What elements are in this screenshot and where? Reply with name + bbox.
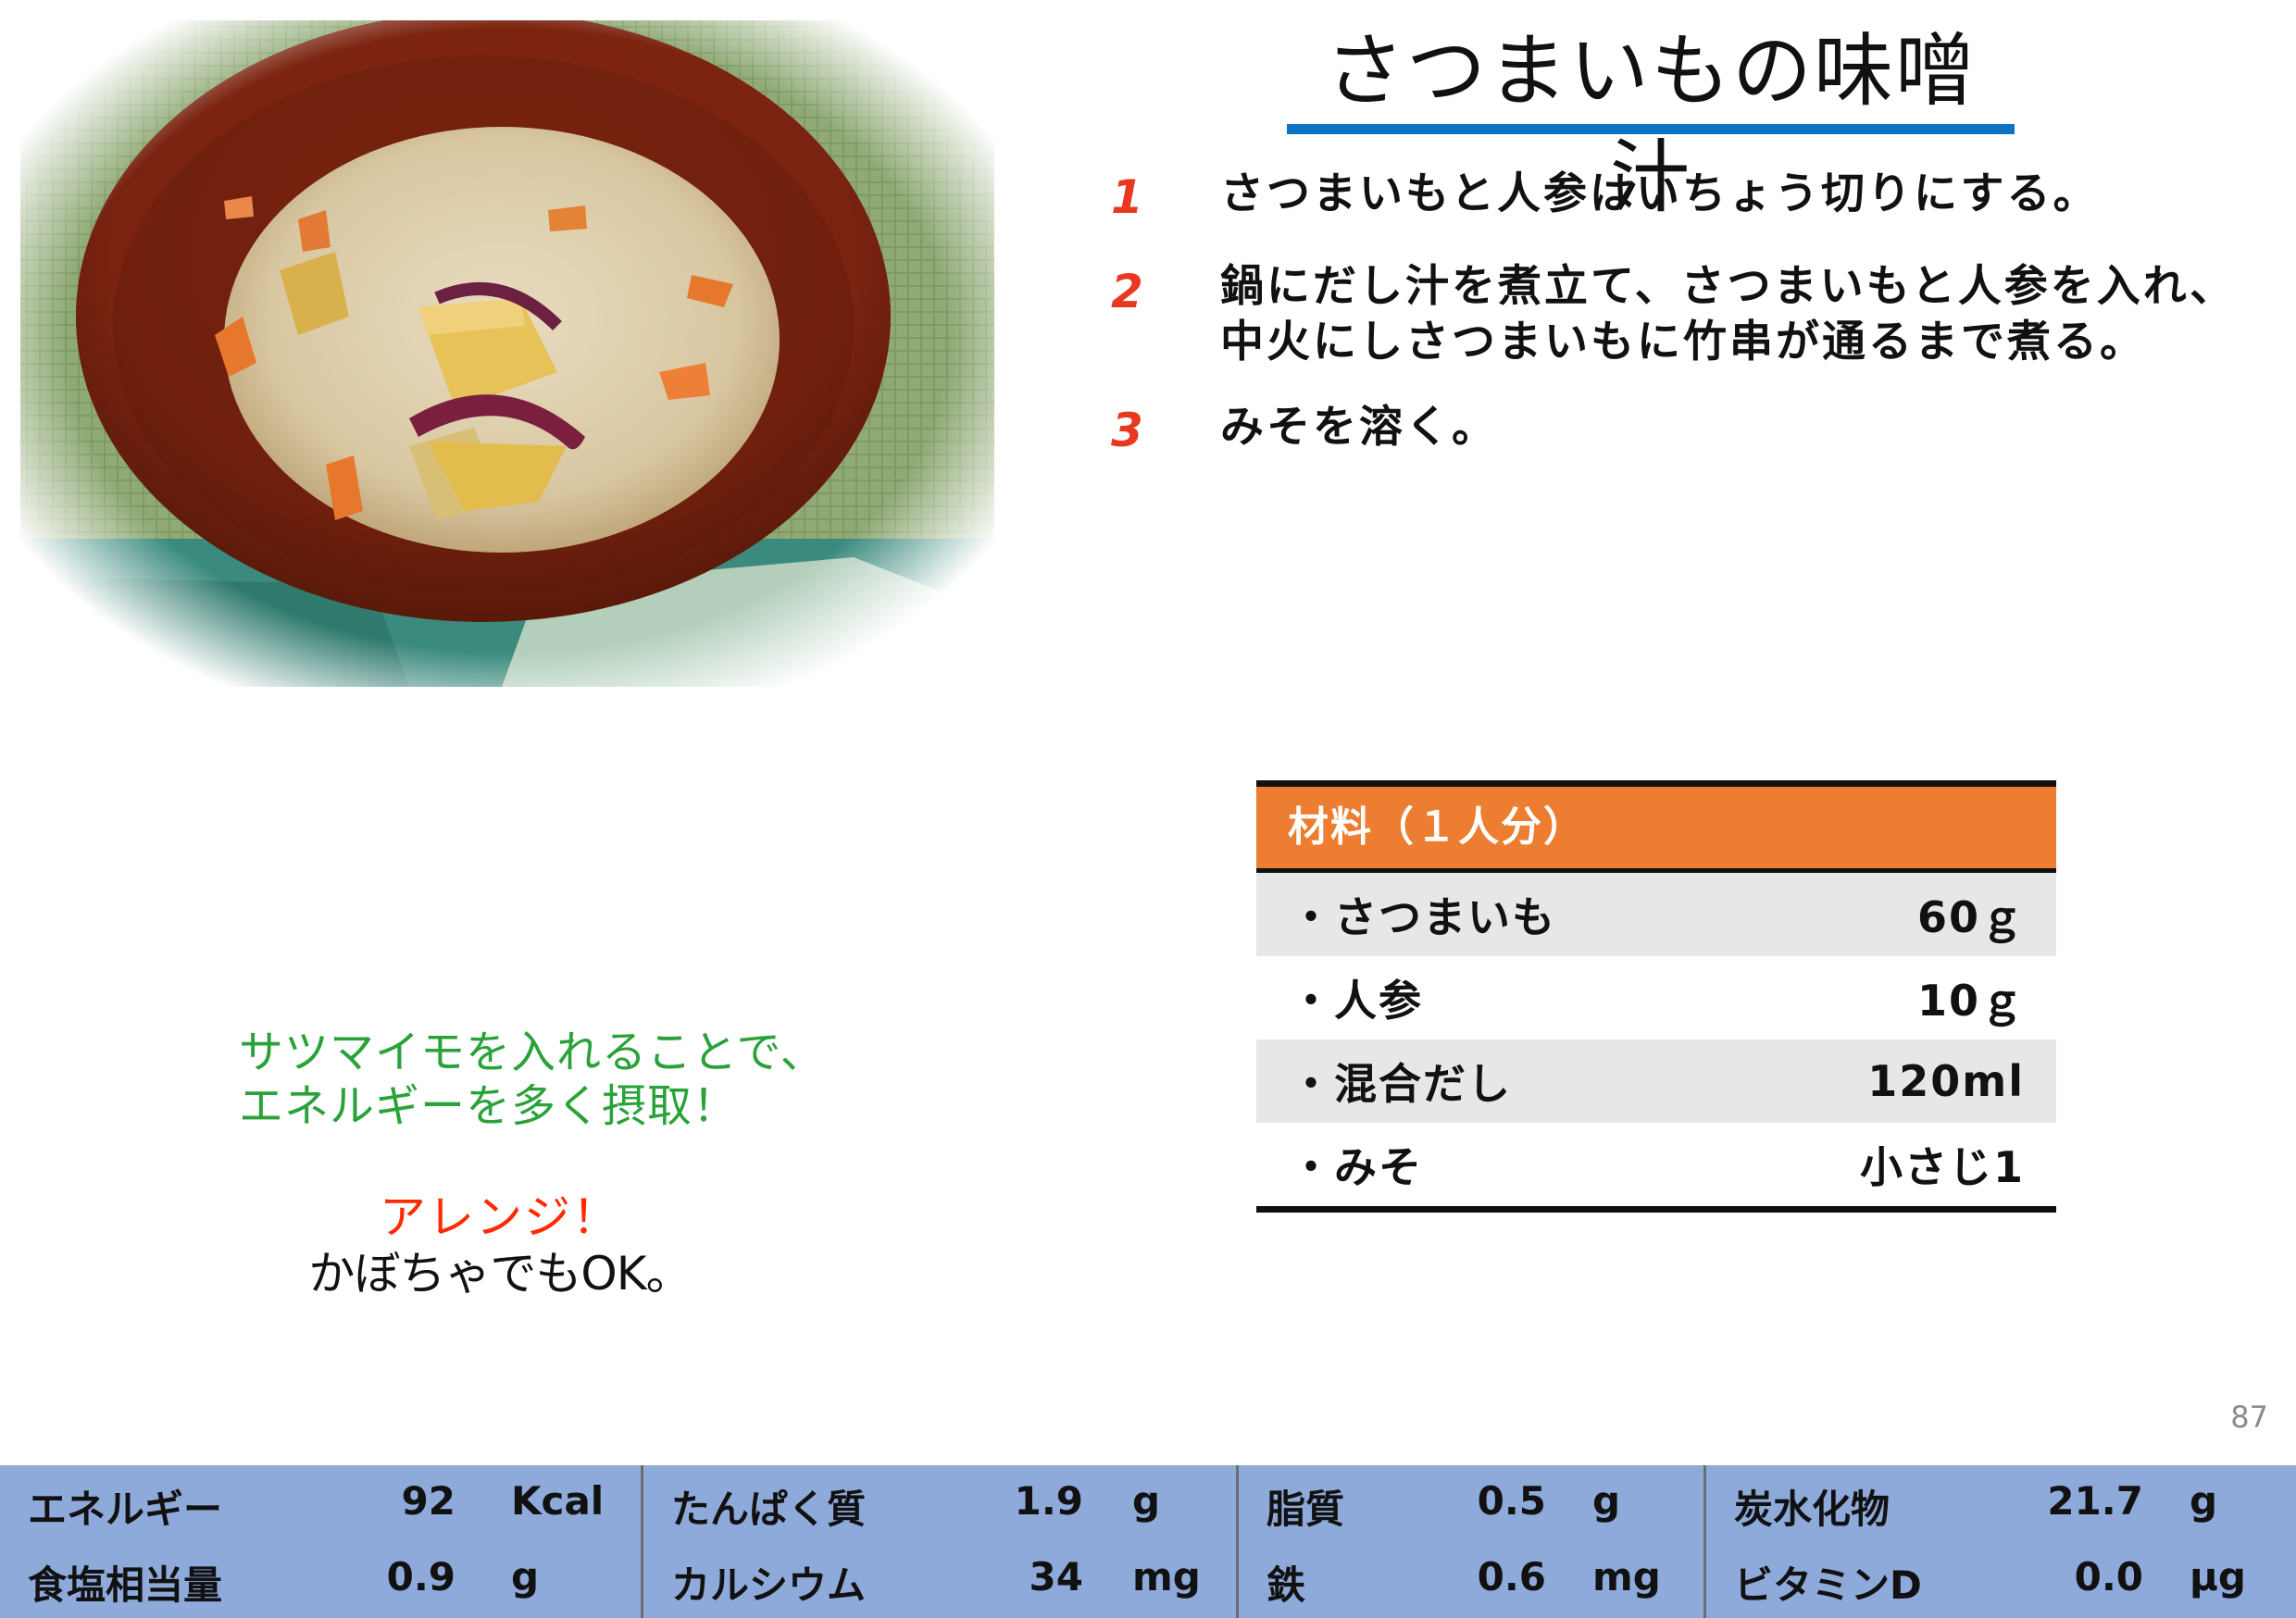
nutrition-label: たんぱく質 xyxy=(671,1487,867,1532)
step-text: さつまいもと人参はいちょう切りにする。 xyxy=(1220,168,2100,219)
nutrition-item: 食塩相当量 0.9 g xyxy=(0,1541,641,1617)
ingredient-name: ・みそ xyxy=(1290,1142,1423,1192)
ingredient-row: ・混合だし 120ml xyxy=(1256,1039,2056,1123)
ingredient-name: ・人参 xyxy=(1290,976,1423,1026)
ingredients-header: 材料（１人分） xyxy=(1256,787,2056,873)
nutrition-label: エネルギー xyxy=(28,1487,223,1532)
ingredient-amount: 120ml xyxy=(1867,1056,2025,1106)
nutrition-value: 92 xyxy=(401,1478,455,1524)
page-number: 87 xyxy=(2230,1400,2268,1435)
nutrition-unit: Kcal xyxy=(511,1478,605,1524)
nutrition-unit: g xyxy=(2190,1478,2218,1524)
step-number: 1 xyxy=(1111,170,1143,224)
ingredient-name: ・混合だし xyxy=(1290,1059,1512,1109)
comment-text: サツマイモを入れることで、 エネルギーを多く摂取！ xyxy=(239,1026,826,1133)
nutrition-label: カルシウム xyxy=(671,1562,867,1608)
nutrition-value: 21.7 xyxy=(2047,1478,2143,1524)
nutrition-value: 0.5 xyxy=(1477,1478,1546,1524)
nutrition-unit: μg xyxy=(2190,1554,2246,1599)
nutrition-value: 0.9 xyxy=(386,1554,455,1599)
step-text: みそを溶く。 xyxy=(1220,402,1498,453)
nutrition-value: 0.6 xyxy=(1477,1554,1546,1599)
nutrition-bar: エネルギー 92 Kcal 食塩相当量 0.9 g たんぱく質 1.9 g カル… xyxy=(0,1465,2296,1618)
comment-line: サツマイモを入れることで、 xyxy=(239,1027,826,1078)
nutrition-unit: g xyxy=(1592,1478,1621,1524)
nutrition-value: 34 xyxy=(1029,1554,1083,1599)
soup-photo xyxy=(20,20,994,687)
nutrition-label: 食塩相当量 xyxy=(28,1562,223,1608)
nutrition-label: 脂質 xyxy=(1267,1487,1345,1532)
comment-line: エネルギーを多く摂取！ xyxy=(239,1080,739,1132)
arrange-heading: アレンジ！ xyxy=(380,1190,620,1244)
nutrition-unit: mg xyxy=(1592,1554,1661,1599)
nutrition-column: たんぱく質 1.9 g カルシウム 34 mg xyxy=(643,1465,1239,1618)
ingredient-amount: 60ｇ xyxy=(1916,892,2025,942)
nutrition-item: ビタミンD 0.0 μg xyxy=(1706,1541,2296,1617)
nutrition-unit: mg xyxy=(1132,1554,1201,1599)
nutrition-value: 1.9 xyxy=(1014,1478,1083,1524)
arrange-text: かぼちゃでもOK。 xyxy=(308,1247,692,1301)
ingredient-row: ・みそ 小さじ1 xyxy=(1256,1123,2056,1206)
nutrition-column: 炭水化物 21.7 g ビタミンD 0.0 μg xyxy=(1706,1465,2296,1618)
ingredient-amount: 小さじ1 xyxy=(1859,1142,2025,1192)
nutrition-item: エネルギー 92 Kcal xyxy=(0,1465,641,1541)
ingredient-name: ・さつまいも xyxy=(1290,892,1556,942)
nutrition-column: 脂質 0.5 g 鉄 0.6 mg xyxy=(1239,1465,1706,1618)
ingredient-row: ・人参 10ｇ xyxy=(1256,956,2056,1039)
step-number: 3 xyxy=(1111,404,1143,457)
nutrition-item: 鉄 0.6 mg xyxy=(1239,1541,1703,1617)
nutrition-label: ビタミンD xyxy=(1734,1562,1922,1608)
nutrition-item: カルシウム 34 mg xyxy=(643,1541,1236,1617)
ingredient-row: ・さつまいも 60ｇ xyxy=(1256,873,2056,956)
nutrition-value: 0.0 xyxy=(2074,1554,2143,1599)
nutrition-unit: g xyxy=(511,1554,540,1599)
step-text: 鍋にだし汁を煮立て、さつまいもと人参を入れ、中火にしさつまいもに竹串が通るまで煮… xyxy=(1220,261,2237,367)
nutrition-unit: g xyxy=(1132,1478,1161,1524)
nutrition-item: 炭水化物 21.7 g xyxy=(1706,1465,2296,1541)
ingredients-table: 材料（１人分） ・さつまいも 60ｇ ・人参 10ｇ ・混合だし 120ml ・… xyxy=(1256,780,2056,1213)
nutrition-item: たんぱく質 1.9 g xyxy=(643,1465,1236,1541)
nutrition-label: 炭水化物 xyxy=(1734,1487,1890,1532)
nutrition-column: エネルギー 92 Kcal 食塩相当量 0.9 g xyxy=(0,1465,643,1618)
nutrition-label: 鉄 xyxy=(1267,1562,1306,1608)
step-number: 2 xyxy=(1111,265,1143,318)
ingredient-amount: 10ｇ xyxy=(1916,976,2025,1026)
nutrition-item: 脂質 0.5 g xyxy=(1239,1465,1703,1541)
title-underline xyxy=(1287,124,2015,134)
